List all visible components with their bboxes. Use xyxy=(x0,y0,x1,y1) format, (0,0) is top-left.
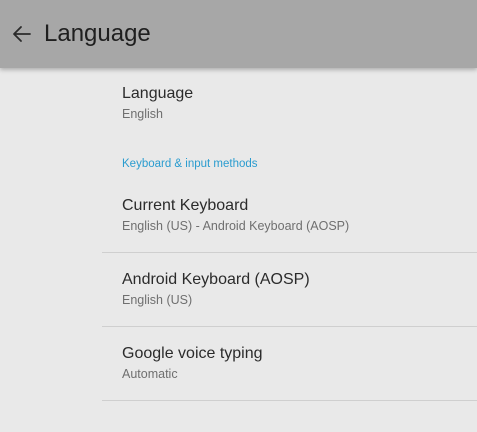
current-keyboard-title: Current Keyboard xyxy=(122,197,249,214)
page-title: Language xyxy=(44,20,151,47)
language-preference[interactable]: Language English xyxy=(102,84,477,122)
android-keyboard-summary: English (US) xyxy=(122,293,193,307)
language-title: Language xyxy=(122,85,194,102)
settings-list: Language English Keyboard & input method… xyxy=(0,70,477,432)
divider xyxy=(102,252,477,253)
android-keyboard-title: Android Keyboard (AOSP) xyxy=(122,271,310,288)
divider xyxy=(102,326,477,327)
google-voice-typing-title: Google voice typing xyxy=(122,345,263,362)
arrow-left-icon xyxy=(13,26,31,42)
android-keyboard-preference[interactable]: Android Keyboard (AOSP) English (US) xyxy=(102,270,477,308)
app-bar: Language xyxy=(0,0,477,68)
google-voice-typing-summary: Automatic xyxy=(122,367,178,381)
current-keyboard-preference[interactable]: Current Keyboard English (US) - Android … xyxy=(102,196,477,234)
back-button[interactable] xyxy=(4,16,40,52)
google-voice-typing-preference[interactable]: Google voice typing Automatic xyxy=(102,344,477,382)
current-keyboard-summary: English (US) - Android Keyboard (AOSP) xyxy=(122,219,350,233)
divider xyxy=(102,400,477,401)
language-summary: English xyxy=(122,107,163,121)
keyboard-section-header: Keyboard & input methods xyxy=(122,158,258,170)
